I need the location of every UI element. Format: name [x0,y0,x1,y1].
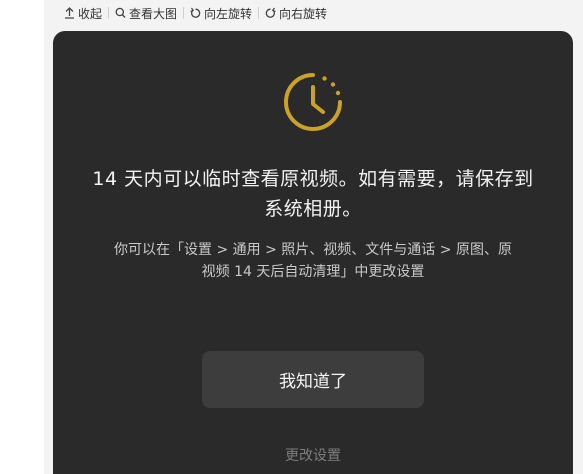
description-line-2: 视频 14 天后自动清理」中更改设置 [201,264,425,280]
rotate-right-icon [265,7,276,18]
expired-video-dialog: 14 天内可以临时查看原视频。如有需要，请保存到 系统相册。 你可以在「设置 >… [53,31,573,474]
rotate-left-button[interactable]: 向左旋转 [184,5,258,22]
collapse-button[interactable]: 收起 [58,5,108,22]
headline-line-2: 系统相册。 [264,198,362,220]
dialog-headline: 14 天内可以临时查看原视频。如有需要，请保存到 系统相册。 [73,164,553,224]
headline-line-1: 14 天内可以临时查看原视频。如有需要，请保存到 [92,168,534,190]
viewer-toolbar: 收起 查看大图 向左旋转 向右旋转 [58,0,333,26]
search-icon [115,7,126,18]
left-gutter [0,0,44,474]
rotate-left-icon [190,7,201,18]
rotate-left-label: 向左旋转 [204,6,253,21]
confirm-button[interactable]: 我知道了 [202,351,424,408]
rotate-right-label: 向右旋转 [279,6,328,21]
dialog-description: 你可以在「设置 > 通用 > 照片、视频、文件与通话 > 原图、原 视频 14 … [73,239,553,283]
image-viewer: 收起 查看大图 向左旋转 向右旋转 14 天内可以临时查看原视频。如有需要，请保… [0,0,583,474]
collapse-icon [65,7,74,19]
rotate-right-button[interactable]: 向右旋转 [259,5,333,22]
collapse-label: 收起 [78,6,103,21]
view-large-label: 查看大图 [129,6,178,21]
clock-icon [284,73,342,131]
view-large-button[interactable]: 查看大图 [109,5,183,22]
change-settings-link[interactable]: 更改设置 [53,445,573,465]
description-line-1: 你可以在「设置 > 通用 > 照片、视频、文件与通话 > 原图、原 [114,242,512,258]
